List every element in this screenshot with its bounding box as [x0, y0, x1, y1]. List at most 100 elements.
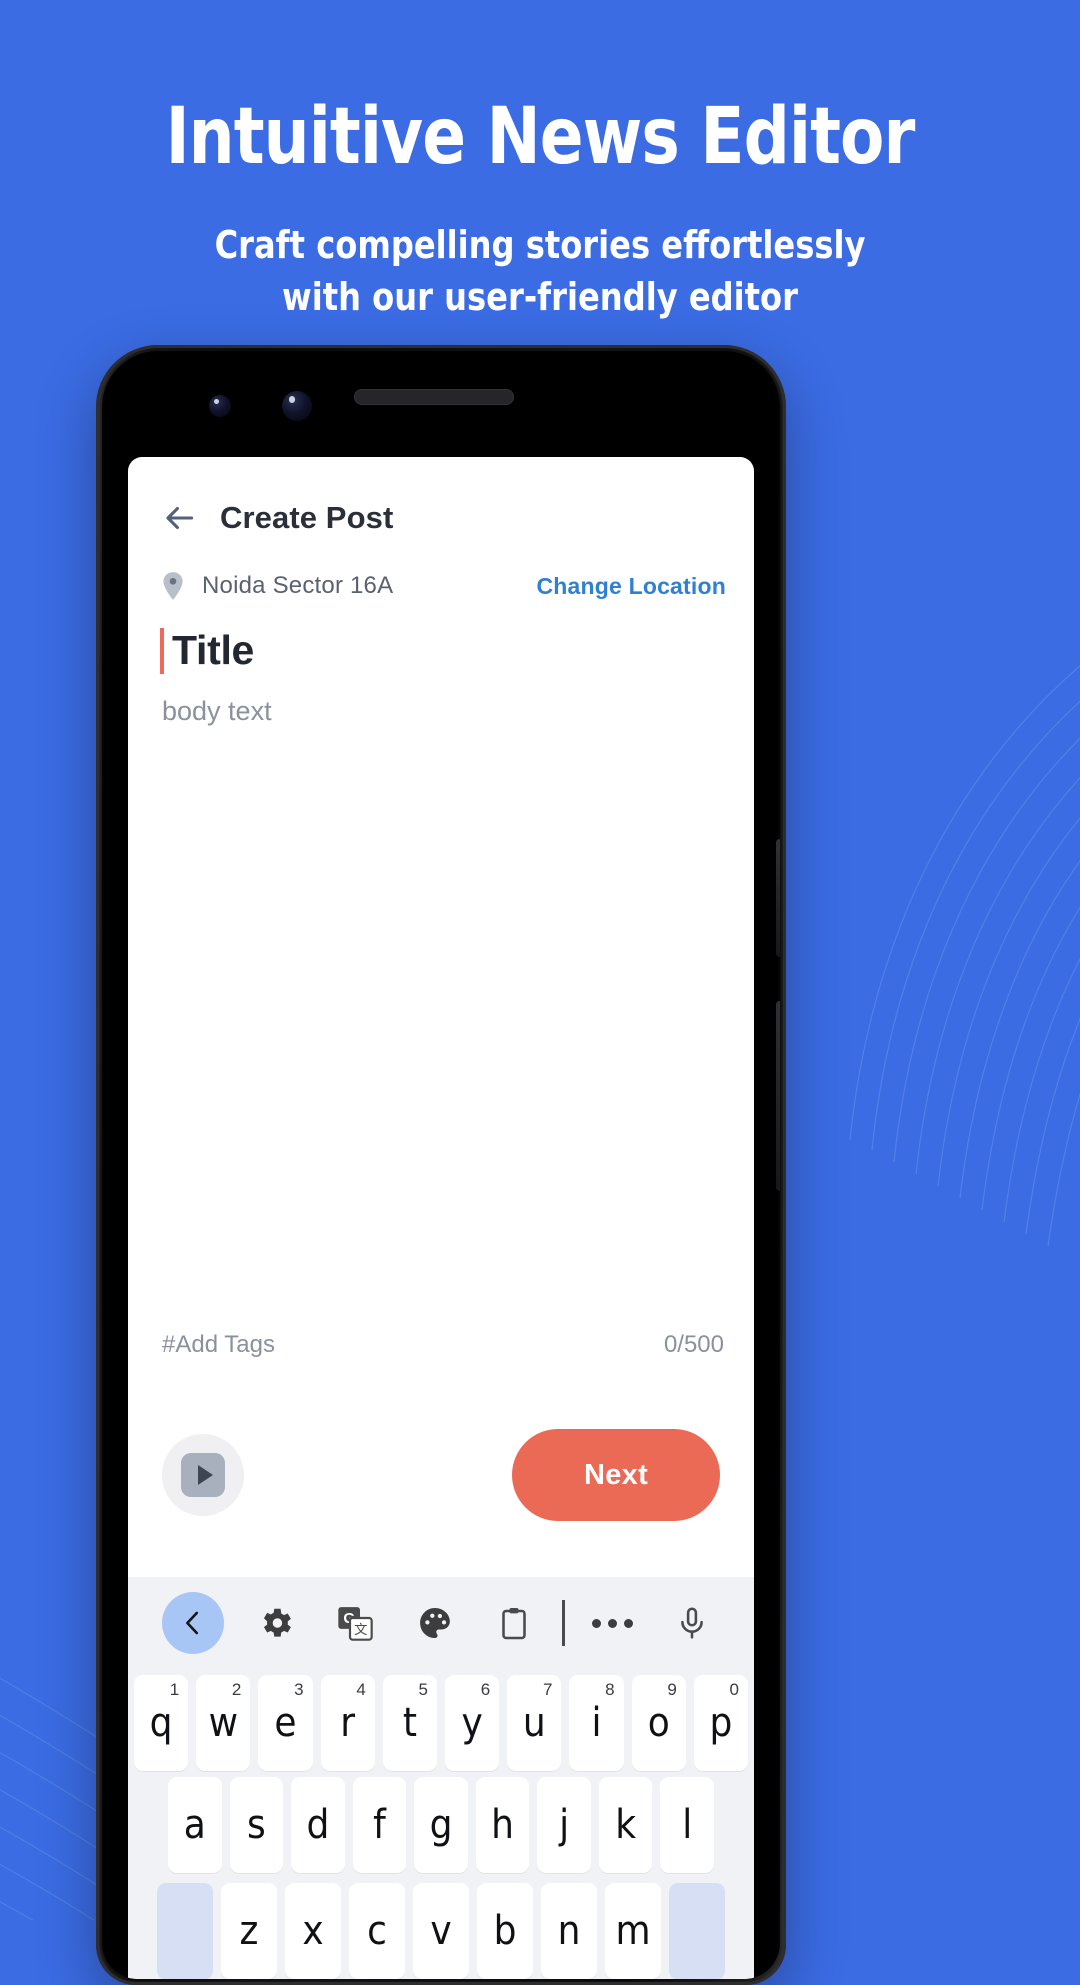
google-translate-icon: G 文 — [338, 1607, 373, 1641]
key-letter-label: d — [306, 1802, 330, 1848]
key-g[interactable]: g — [414, 1777, 468, 1873]
key-e[interactable]: 3e — [258, 1675, 313, 1771]
body-placeholder: body text — [162, 696, 272, 726]
action-row: Next — [128, 1359, 754, 1577]
expand-toolbar-button[interactable] — [150, 1592, 236, 1654]
phone-mockup: Create Post Noida Sector 16A Change Loca… — [96, 345, 786, 1985]
location-row: Noida Sector 16A Change Location — [128, 537, 754, 601]
key-y[interactable]: 6y — [445, 1675, 500, 1771]
hero-section: Intuitive News Editor Craft compelling s… — [0, 0, 1080, 324]
settings-button[interactable] — [236, 1604, 316, 1642]
body-input[interactable]: body text — [128, 674, 754, 1331]
key-m[interactable]: m — [605, 1883, 661, 1979]
key-letter-label: m — [615, 1908, 651, 1954]
page-subtitle-line-1: Craft compelling stories effortlessly — [214, 222, 866, 267]
front-camera-primary-icon — [282, 391, 312, 421]
theme-button[interactable] — [395, 1604, 475, 1642]
voice-input-button[interactable] — [653, 1605, 733, 1641]
chevron-left-icon — [162, 1592, 224, 1654]
key-o[interactable]: 9o — [631, 1675, 686, 1771]
key-letter-label: p — [709, 1700, 733, 1746]
play-triangle — [197, 1465, 213, 1485]
key-letter-label: a — [183, 1802, 206, 1848]
key-r[interactable]: 4r — [320, 1675, 375, 1771]
key-q[interactable]: 1q — [133, 1675, 189, 1771]
key-letter-label: k — [615, 1802, 637, 1848]
tags-row: #Add Tags 0/500 — [128, 1331, 754, 1359]
key-a[interactable]: a — [167, 1777, 222, 1873]
key-letter-label: w — [208, 1700, 238, 1746]
title-value: Title — [172, 627, 255, 673]
key-letter-label: b — [493, 1908, 517, 1954]
add-media-button[interactable] — [162, 1434, 244, 1516]
svg-text:文: 文 — [354, 1622, 367, 1637]
key-letter-label: z — [239, 1908, 259, 1954]
power-button[interactable] — [776, 839, 780, 957]
page-subtitle: Craft compelling stories effortlessly wi… — [32, 219, 1047, 324]
key-n[interactable]: n — [541, 1883, 597, 1979]
key-x[interactable]: x — [285, 1883, 341, 1979]
key-number-label: 4 — [356, 1680, 366, 1699]
key-b[interactable]: b — [477, 1883, 533, 1979]
ellipsis-dot — [608, 1618, 618, 1628]
key-j[interactable]: j — [537, 1777, 591, 1873]
clipboard-icon — [502, 1608, 527, 1640]
key-letter-label: j — [559, 1802, 570, 1848]
next-button[interactable]: Next — [512, 1429, 720, 1521]
keyboard-toolbar: G 文 — [128, 1577, 754, 1669]
clipboard-button[interactable] — [475, 1605, 555, 1641]
key-number-label: 5 — [418, 1680, 428, 1699]
key-letter-label: h — [491, 1802, 514, 1848]
key-letter-label: v — [430, 1908, 452, 1954]
palette-icon — [419, 1607, 450, 1639]
keyboard-row-3: zxcvbnm — [128, 1883, 754, 1979]
ellipsis-dot — [592, 1618, 602, 1628]
app-screen: Create Post Noida Sector 16A Change Loca… — [128, 457, 754, 1979]
key-number-label: 6 — [480, 1680, 491, 1699]
key-v[interactable]: v — [413, 1883, 469, 1979]
key-number-label: 8 — [605, 1680, 615, 1699]
key-c[interactable]: c — [349, 1883, 405, 1979]
key-letter-label: o — [647, 1700, 670, 1746]
key-h[interactable]: h — [475, 1777, 530, 1873]
key-w[interactable]: 2w — [196, 1675, 251, 1771]
key-i[interactable]: 8i — [569, 1675, 624, 1771]
volume-button[interactable] — [776, 1001, 780, 1191]
key-letter-label: f — [373, 1802, 386, 1848]
change-location-link[interactable]: Change Location — [536, 573, 726, 600]
key-k[interactable]: k — [598, 1777, 653, 1873]
text-caret — [160, 627, 164, 674]
backspace-key[interactable] — [669, 1883, 725, 1979]
key-f[interactable]: f — [352, 1777, 407, 1873]
key-letter-label: q — [149, 1700, 173, 1746]
character-counter: 0/500 — [663, 1331, 724, 1358]
shift-key[interactable] — [157, 1883, 213, 1979]
app-header: Create Post — [128, 457, 754, 537]
microphone-icon — [681, 1607, 704, 1639]
key-number-label: 9 — [667, 1680, 677, 1699]
key-letter-label: x — [302, 1908, 324, 1954]
arrow-left-icon[interactable] — [160, 499, 198, 537]
key-l[interactable]: l — [660, 1777, 715, 1873]
key-number-label: 2 — [231, 1680, 242, 1699]
key-t[interactable]: 5t — [382, 1675, 437, 1771]
key-letter-label: r — [340, 1700, 356, 1746]
more-options-button[interactable] — [573, 1618, 653, 1628]
translate-button[interactable]: G 文 — [316, 1603, 396, 1643]
chevron-left-glyph — [186, 1611, 199, 1635]
add-tags-input[interactable]: #Add Tags — [162, 1331, 664, 1359]
phone-body: Create Post Noida Sector 16A Change Loca… — [102, 351, 780, 1979]
key-letter-label: l — [682, 1802, 693, 1848]
key-p[interactable]: 0p — [693, 1675, 749, 1771]
key-u[interactable]: 7u — [507, 1675, 562, 1771]
key-z[interactable]: z — [221, 1883, 277, 1979]
keyboard-row-1: 1q2w3e4r5t6y7u8i9o0p — [128, 1675, 754, 1771]
key-number-label: 3 — [294, 1680, 304, 1699]
title-input[interactable]: Title — [128, 601, 754, 674]
swirl-right-icon — [849, 665, 1080, 1247]
page-title: Intuitive News Editor — [165, 92, 916, 182]
key-s[interactable]: s — [229, 1777, 284, 1873]
screen-title: Create Post — [220, 500, 394, 535]
gear-icon — [263, 1608, 291, 1637]
key-d[interactable]: d — [291, 1777, 345, 1873]
